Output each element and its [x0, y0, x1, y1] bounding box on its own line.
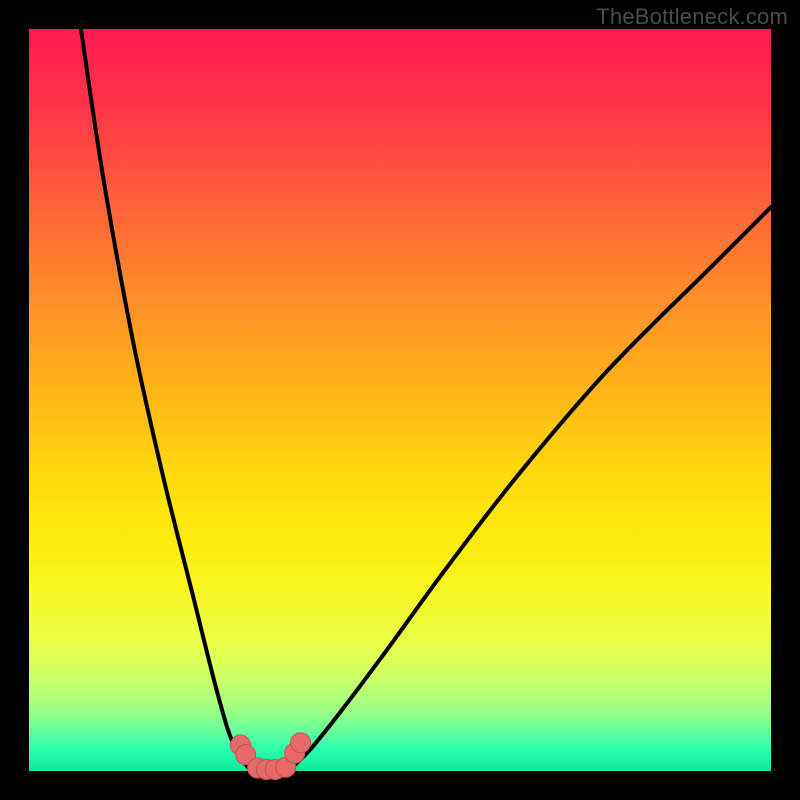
bottleneck-curve	[81, 29, 771, 772]
chart-svg	[0, 0, 800, 800]
watermark-text: TheBottleneck.com	[596, 4, 788, 30]
marker-group	[230, 733, 310, 780]
valley-marker	[291, 733, 311, 753]
chart-frame: TheBottleneck.com	[0, 0, 800, 800]
curve-group	[81, 29, 771, 772]
